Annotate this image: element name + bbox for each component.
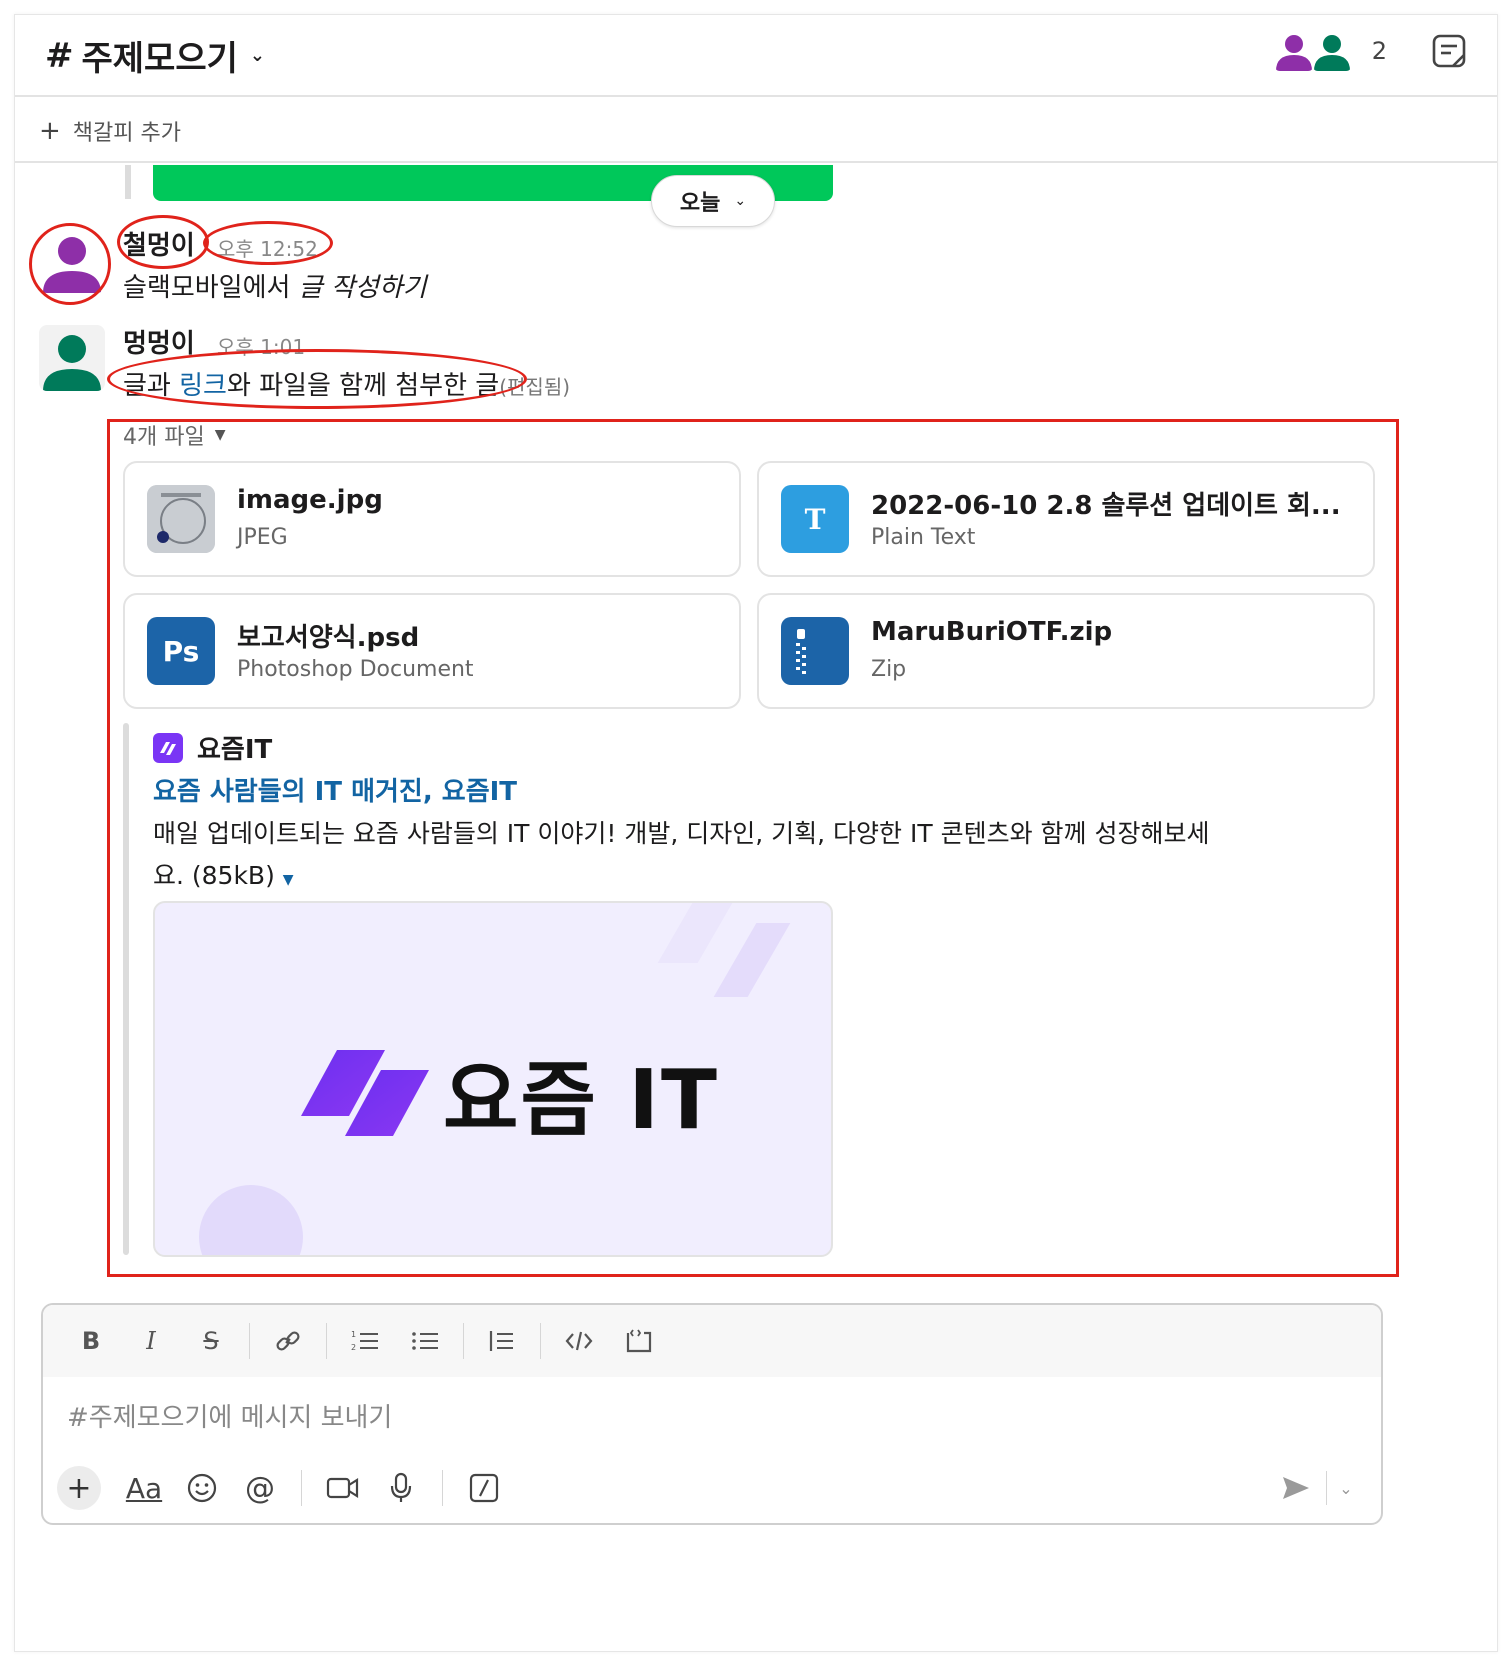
message-timestamp[interactable]: 오후 12:52	[217, 233, 318, 262]
message-text: 글과 링크와 파일을 함께 첨부한 글(편집됨)	[123, 365, 570, 402]
previous-attachment-bar	[125, 165, 131, 199]
message-text-plain: 슬랙모바일에서	[123, 273, 299, 303]
edited-label: (편집됨)	[499, 375, 571, 399]
bold-icon[interactable]: B	[61, 1317, 121, 1365]
toolbar-divider	[463, 1323, 464, 1359]
message-link[interactable]: 링크	[179, 371, 227, 401]
file-name: MaruBuriOTF.zip	[871, 617, 1113, 647]
formatting-toolbar: B I S 12	[43, 1305, 1381, 1377]
member-avatar-green	[1311, 31, 1352, 71]
yozm-logo-text: 요즘 IT	[443, 1053, 719, 1148]
file-card-text[interactable]: T 2022-06-10 2.8 솔루션 업데이트 회... Plain Tex…	[757, 461, 1375, 577]
slack-channel-window: # 주제모으기 ⌄ 2 + 책갈피 추가 오늘 ⌄ 철멍이 오후 12:52 슬…	[14, 14, 1498, 1652]
channel-name: 주제모으기	[81, 39, 238, 79]
date-divider-button[interactable]: 오늘 ⌄	[651, 175, 775, 227]
channel-title-button[interactable]: # 주제모으기 ⌄	[45, 31, 265, 80]
image-thumbnail	[147, 485, 215, 553]
file-type: Plain Text	[871, 525, 976, 550]
composer-divider	[1326, 1471, 1327, 1505]
message-author[interactable]: 철멍이	[123, 225, 195, 262]
decorative-shape	[713, 923, 791, 997]
link-icon[interactable]	[258, 1317, 318, 1365]
caret-down-icon: ▼	[214, 427, 226, 443]
toolbar-divider	[540, 1323, 541, 1359]
shortcuts-slash-icon[interactable]	[455, 1464, 513, 1512]
file-card-image[interactable]: image.jpg JPEG	[123, 461, 741, 577]
text-file-icon: T	[781, 485, 849, 553]
file-name: image.jpg	[237, 485, 383, 515]
files-count-label: 4개 파일	[123, 425, 205, 450]
file-card-psd[interactable]: Ps 보고서양식.psd Photoshop Document	[123, 593, 741, 709]
unfurl-preview-image[interactable]: 요즘 IT	[153, 901, 833, 1257]
italic-icon[interactable]: I	[121, 1317, 181, 1365]
file-type: Zip	[871, 657, 907, 682]
microphone-icon[interactable]	[372, 1464, 430, 1512]
file-type: JPEG	[237, 525, 288, 550]
site-name: 요즘IT	[197, 735, 273, 765]
mention-icon[interactable]: @	[231, 1464, 289, 1512]
code-icon[interactable]	[549, 1317, 609, 1365]
channel-hash: #	[45, 35, 74, 76]
composer-divider	[301, 1470, 302, 1506]
composer-actions: + Aa @ ⌄	[57, 1461, 1367, 1515]
toolbar-divider	[326, 1323, 327, 1359]
unfurl-accent-bar	[123, 723, 129, 1255]
canvas-icon[interactable]	[1431, 33, 1467, 69]
zip-icon	[781, 617, 849, 685]
toolbar-divider	[249, 1323, 250, 1359]
message-text-after: 와 파일을 함께 첨부한 글	[226, 371, 500, 401]
decorative-circle	[199, 1185, 303, 1255]
decorative-shape	[657, 903, 733, 963]
ordered-list-icon[interactable]: 12	[335, 1317, 395, 1365]
files-toggle-button[interactable]: 4개 파일 ▼	[123, 419, 226, 451]
message-input[interactable]: #주제모으기에 메시지 보내기	[67, 1397, 392, 1434]
member-avatar-purple	[1273, 31, 1314, 71]
file-name: 2022-06-10 2.8 솔루션 업데이트 회...	[871, 491, 1341, 521]
svg-text:1: 1	[351, 1330, 356, 1339]
composer-divider	[442, 1470, 443, 1506]
format-text-button[interactable]: Aa	[115, 1464, 173, 1512]
plus-icon: +	[39, 116, 61, 146]
code-block-icon[interactable]	[609, 1317, 669, 1365]
bulleted-list-icon[interactable]	[395, 1317, 455, 1365]
chevron-down-icon: ⌄	[249, 45, 265, 66]
file-type: Photoshop Document	[237, 657, 474, 682]
bookmarks-bar: + 책갈피 추가	[15, 99, 1497, 163]
yozm-logo-mark-icon	[301, 1048, 429, 1138]
message-composer: B I S 12 #주제모으기에 메시지 보내기 + Aa @ ⌄	[41, 1303, 1383, 1525]
photoshop-icon: Ps	[147, 617, 215, 685]
yozm-logo: 요즘 IT	[301, 1033, 719, 1152]
message-author[interactable]: 멍멍이	[123, 323, 195, 360]
date-divider-label: 오늘	[679, 191, 721, 216]
add-bookmark-button[interactable]: + 책갈피 추가	[39, 115, 181, 147]
message-text-before: 글과	[123, 371, 180, 401]
strikethrough-icon[interactable]: S	[181, 1317, 241, 1365]
file-name: 보고서양식.psd	[237, 623, 420, 653]
chevron-down-icon: ⌄	[734, 193, 747, 209]
attach-plus-button[interactable]: +	[57, 1466, 101, 1510]
chevron-down-icon[interactable]: ⌄	[1331, 1471, 1361, 1505]
emoji-icon[interactable]	[173, 1464, 231, 1512]
video-icon[interactable]	[314, 1464, 372, 1512]
site-favicon-icon	[153, 732, 183, 763]
send-icon[interactable]	[1271, 1467, 1321, 1509]
file-card-zip[interactable]: MaruBuriOTF.zip Zip	[757, 593, 1375, 709]
member-count: 2	[1371, 37, 1387, 65]
message-text-italic: 글 작성하기	[298, 273, 427, 303]
svg-text:2: 2	[351, 1343, 356, 1352]
channel-header: # 주제모으기 ⌄ 2	[15, 15, 1497, 97]
caret-down-icon[interactable]: ▼	[283, 872, 294, 888]
avatar[interactable]	[39, 227, 105, 293]
message-timestamp[interactable]: 오후 1:01	[217, 331, 305, 360]
unfurl-title-link[interactable]: 요즘 사람들의 IT 매거진, 요즘IT	[153, 771, 517, 808]
unfurl-description-text: 매일 업데이트되는 요즘 사람들의 IT 이야기! 개발, 디자인, 기획, 다…	[153, 819, 1210, 890]
blockquote-icon[interactable]	[472, 1317, 532, 1365]
add-bookmark-label: 책갈피 추가	[72, 121, 181, 146]
avatar[interactable]	[39, 325, 105, 391]
members-button[interactable]: 2	[1273, 31, 1387, 71]
unfurl-site: 요즘IT	[153, 729, 272, 766]
unfurl-description: 매일 업데이트되는 요즘 사람들의 IT 이야기! 개발, 디자인, 기획, 다…	[153, 813, 1233, 901]
message-text: 슬랙모바일에서 글 작성하기	[123, 267, 427, 304]
